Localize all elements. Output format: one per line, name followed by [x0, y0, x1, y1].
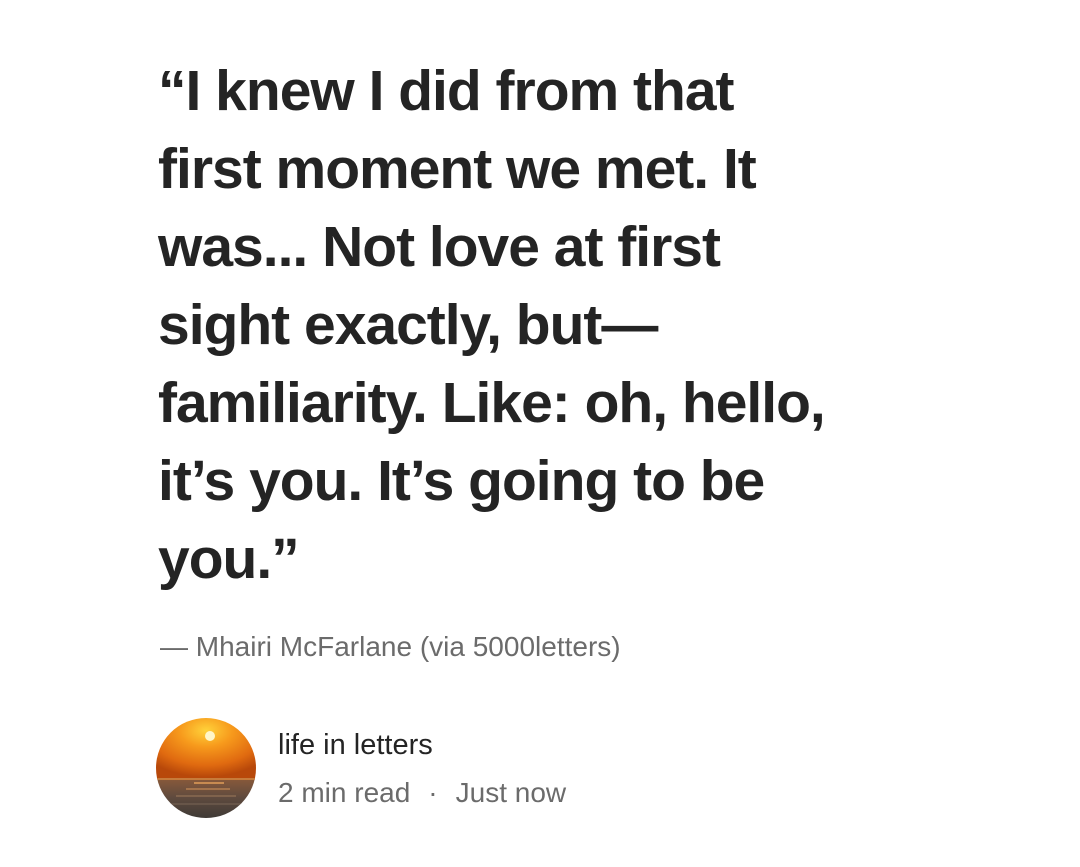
quote-line: first moment we met. It — [158, 137, 757, 201]
quote-line: familiarity. Like: oh, hello, — [158, 371, 826, 435]
read-time: 2 min read — [278, 777, 411, 808]
quote-line: “I knew I did from that — [158, 59, 735, 123]
post-meta: 2 min read · Just now — [278, 774, 566, 812]
author-name-link[interactable]: life in letters — [278, 726, 433, 764]
quote-line: was... Not love at first — [158, 215, 721, 279]
quote-line: it’s you. It’s going to be — [158, 449, 765, 513]
quote-attribution: — Mhairi McFarlane (via 5000letters) — [160, 631, 621, 662]
quote-line: sight exactly, but— — [158, 293, 658, 357]
quote-line: you.” — [158, 527, 300, 591]
published-time: Just now — [455, 777, 567, 808]
quote-text: “I knew I did from that first moment we … — [158, 52, 958, 598]
sunset-avatar-icon[interactable] — [156, 718, 256, 818]
meta-separator: · — [428, 777, 438, 808]
